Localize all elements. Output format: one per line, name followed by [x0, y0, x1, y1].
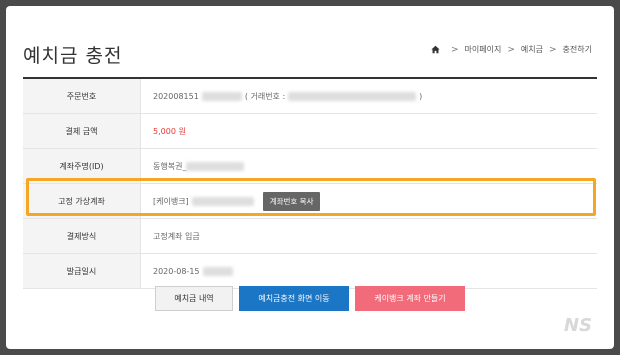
breadcrumb-separator: > — [549, 44, 557, 55]
charge-screen-button[interactable]: 예치금충전 화면 이동 — [239, 286, 349, 311]
payment-method-value: 고정계좌 입금 — [141, 219, 597, 253]
order-number-value: 202008151 ( 거래번호 : ) — [141, 79, 597, 113]
breadcrumb-item-deposit[interactable]: 예치금 — [521, 44, 543, 55]
deposit-info-table: 주문번호 202008151 ( 거래번호 : ) 결제 금액 5,000 원 … — [23, 79, 597, 289]
bank-name: [케이뱅크] — [153, 196, 189, 206]
row-label: 고정 가상계좌 — [23, 184, 141, 218]
row-label: 계좌주명(ID) — [23, 149, 141, 183]
row-label: 결제 금액 — [23, 114, 141, 148]
deposit-history-button[interactable]: 예치금 내역 — [155, 286, 233, 311]
row-label: 주문번호 — [23, 79, 141, 113]
breadcrumb-separator: > — [451, 44, 459, 55]
page-title: 예치금 충전 — [23, 45, 123, 67]
account-holder-value: 동행복권_ — [141, 149, 597, 183]
breadcrumb-item-charge: 충전하기 — [562, 45, 592, 54]
issue-date: 2020-08-15 — [153, 266, 200, 276]
action-buttons: 예치금 내역 예치금충전 화면 이동 케이뱅크 계좌 만들기 — [6, 286, 614, 311]
table-row-payment-method: 결제방식 고정계좌 입금 — [23, 219, 597, 254]
breadcrumb: > 마이페이지 > 예치금 > 충전하기 — [431, 44, 592, 55]
payment-method: 고정계좌 입금 — [153, 231, 200, 241]
order-number-prefix: 202008151 — [153, 91, 199, 101]
page-frame: 예치금 충전 > 마이페이지 > 예치금 > 충전하기 주문번호 2020081… — [6, 6, 614, 349]
breadcrumb-separator: > — [507, 44, 515, 55]
table-row-payment-amount: 결제 금액 5,000 원 — [23, 114, 597, 149]
redacted-text — [201, 91, 242, 101]
account-holder-name: 동행복권_ — [153, 161, 187, 171]
redacted-text — [202, 266, 233, 276]
home-icon[interactable] — [431, 45, 440, 54]
redacted-text — [191, 196, 254, 206]
kbank-account-button[interactable]: 케이뱅크 계좌 만들기 — [355, 286, 465, 311]
table-row-account-holder: 계좌주명(ID) 동행복권_ — [23, 149, 597, 184]
breadcrumb-item-mypage[interactable]: 마이페이지 — [465, 44, 502, 55]
issue-date-value: 2020-08-15 — [141, 254, 597, 288]
row-label: 발급일시 — [23, 254, 141, 288]
table-row-order-number: 주문번호 202008151 ( 거래번호 : ) — [23, 79, 597, 114]
table-row-virtual-account: 고정 가상계좌 [케이뱅크] 계좌번호 복사 — [23, 184, 597, 219]
transaction-number-label: ( 거래번호 : — [244, 91, 286, 101]
redacted-text — [288, 91, 417, 101]
payment-amount-value: 5,000 원 — [141, 114, 597, 148]
copy-account-button[interactable]: 계좌번호 복사 — [262, 191, 321, 211]
virtual-account-value: [케이뱅크] 계좌번호 복사 — [141, 184, 597, 218]
watermark-logo: NS — [564, 315, 593, 336]
row-label: 결제방식 — [23, 219, 141, 253]
transaction-number-close: ) — [419, 91, 423, 101]
payment-amount: 5,000 원 — [153, 126, 186, 136]
redacted-text — [186, 161, 245, 171]
table-row-issue-date: 발급일시 2020-08-15 — [23, 254, 597, 289]
